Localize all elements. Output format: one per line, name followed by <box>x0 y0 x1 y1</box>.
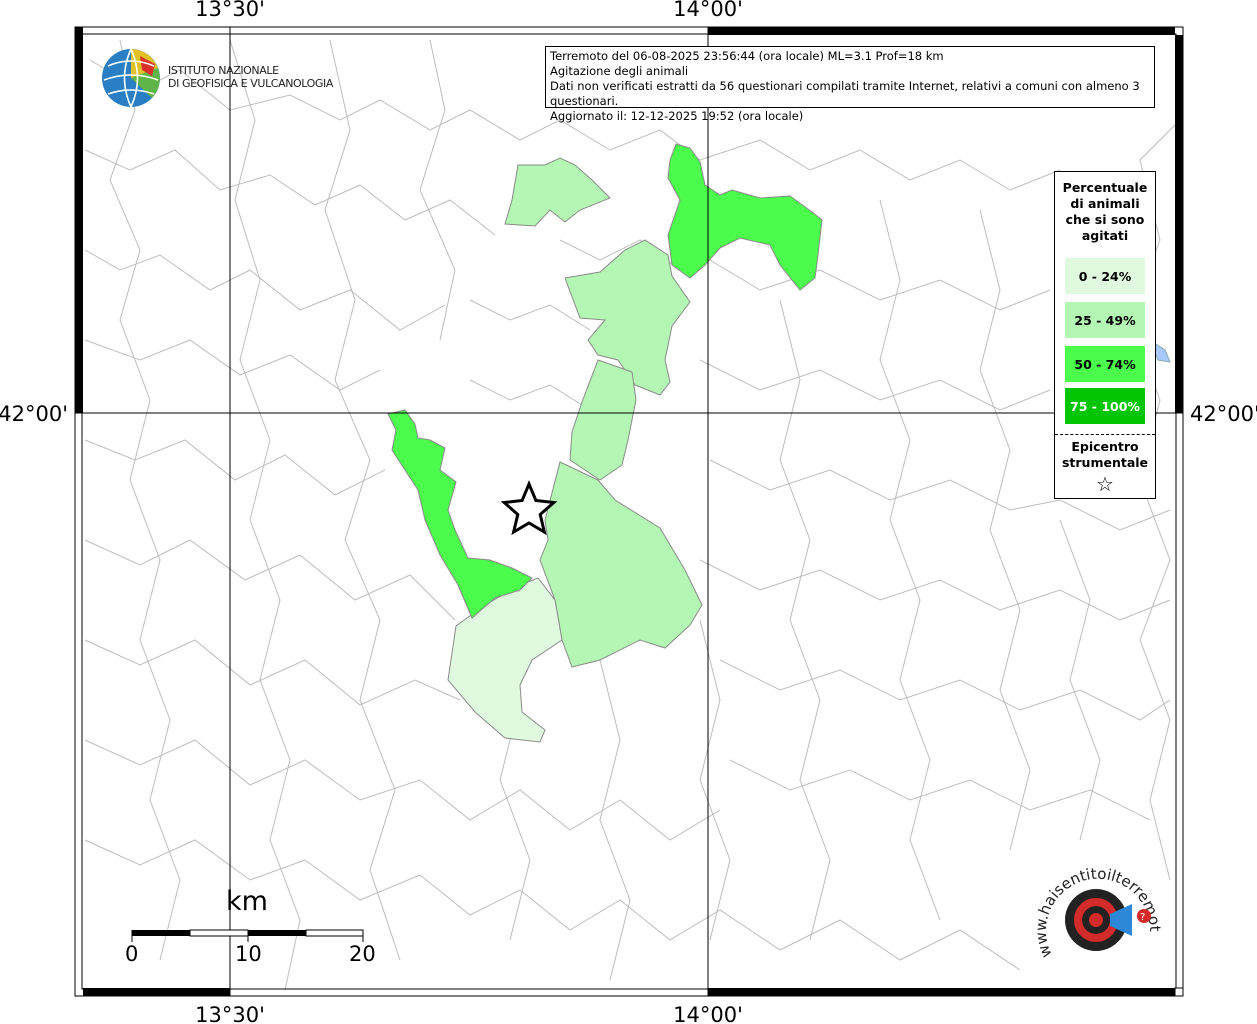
ingv-name-line2: DI GEOFISICA E VULCANOLOGIA <box>168 77 333 90</box>
legend-item-0-24: 0 - 24% <box>1065 258 1145 294</box>
data-note: Dati non verificati estratti da 56 quest… <box>550 79 1140 108</box>
scale-unit: km <box>226 886 268 917</box>
left-tick-4200: 42°00' <box>0 402 68 426</box>
legend-item-75-100: 75 - 100% <box>1065 388 1145 424</box>
ingv-globe-icon <box>102 48 160 108</box>
legend-epicenter-label: Epicentro strumentale <box>1061 439 1149 470</box>
legend-label-0-24: 0 - 24% <box>1078 268 1132 284</box>
map-subject: Agitazione degli animali <box>550 64 689 78</box>
event-info-box: Terremoto del 06-08-2025 23:56:44 (ora l… <box>545 46 1155 123</box>
scale-label-20: 20 <box>349 942 376 966</box>
legend-title: Percentuale di animali che si sono agita… <box>1062 180 1148 243</box>
legend-item-50-74: 50 - 74% <box>1065 346 1145 382</box>
bottom-tick-1330: 13°30' <box>195 1003 265 1024</box>
legend-star-icon: ☆ <box>1096 472 1114 496</box>
svg-text:?: ? <box>1140 912 1145 923</box>
legend-divider <box>1055 434 1155 435</box>
legend-item-25-49: 25 - 49% <box>1065 302 1145 338</box>
legend-label-75-100: 75 - 100% <box>1070 398 1140 414</box>
legend-label-25-49: 25 - 49% <box>1074 312 1136 328</box>
scale-label-0: 0 <box>125 942 139 966</box>
update-time: Aggiornato il: 12-12-2025 19:52 (ora loc… <box>550 109 804 123</box>
bottom-tick-1400: 14°00' <box>673 1003 743 1024</box>
legend-label-50-74: 50 - 74% <box>1074 356 1136 372</box>
ingv-name-line1: ISTITUTO NAZIONALE <box>168 64 279 77</box>
top-tick-1400: 14°00' <box>673 0 743 21</box>
ingv-name: ISTITUTO NAZIONALE DI GEOFISICA E VULCAN… <box>168 64 333 90</box>
top-tick-1330: 13°30' <box>195 0 265 21</box>
legend: Percentuale di animali che si sono agita… <box>1054 171 1156 499</box>
right-tick-4200: 42°00' <box>1190 402 1257 426</box>
haisentito-logo-icon: www.haisentitoilterremoto.it ? <box>1032 860 1164 960</box>
event-title: Terremoto del 06-08-2025 23:56:44 (ora l… <box>550 49 944 63</box>
scale-label-10: 10 <box>235 942 262 966</box>
